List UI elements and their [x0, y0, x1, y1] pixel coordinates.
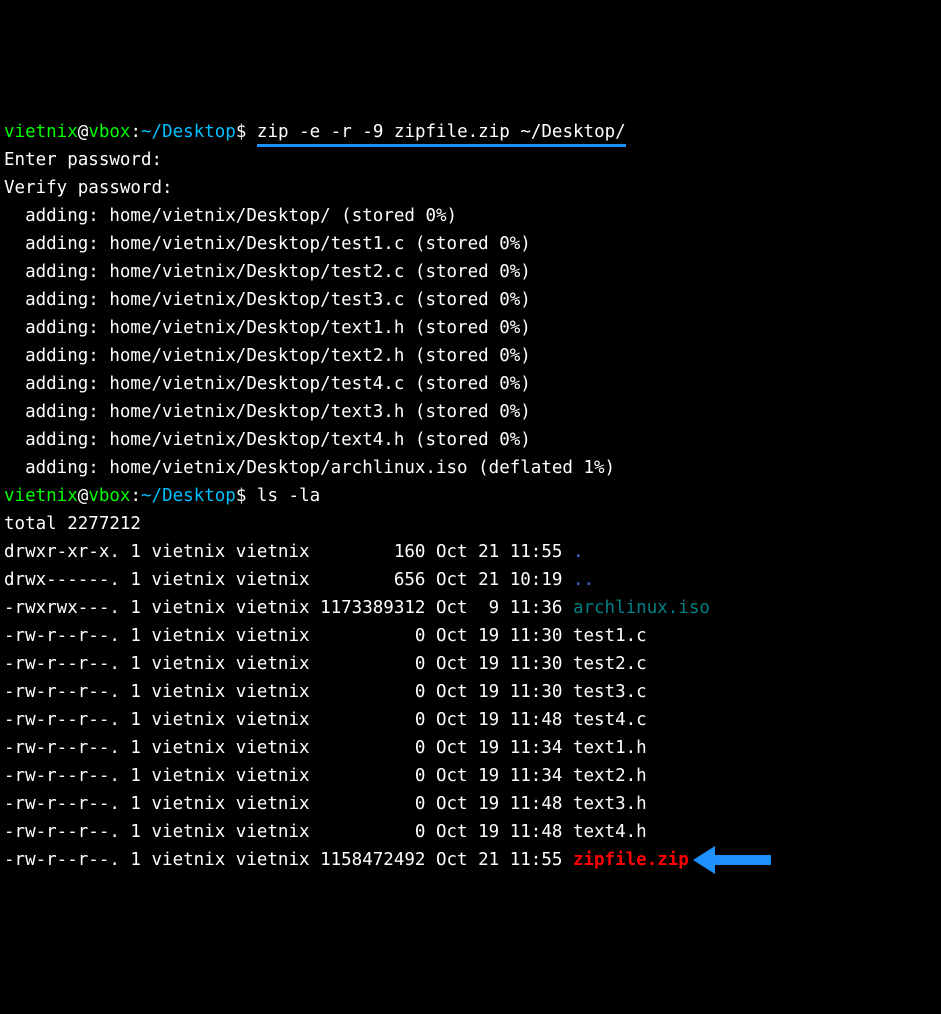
adding-prefix: adding: — [4, 346, 109, 366]
adding-prefix: adding: — [4, 234, 109, 254]
adding-prefix: adding: — [4, 318, 109, 338]
prompt-user: vietnix — [4, 122, 78, 142]
adding-prefix: adding: — [4, 458, 109, 478]
adding-suffix: (deflated 1%) — [468, 458, 616, 478]
enter-password-prompt: Enter password: — [4, 150, 173, 170]
ls-meta: drwx------. 1 vietnix vietnix 656 Oct 21… — [4, 570, 573, 590]
adding-suffix: (stored 0%) — [331, 206, 457, 226]
ls-meta: -rw-r--r--. 1 vietnix vietnix 1158472492… — [4, 850, 573, 870]
ls-filename: text4.h — [573, 822, 647, 842]
adding-path: home/vietnix/Desktop/test1.c — [109, 234, 404, 254]
adding-prefix: adding: — [4, 402, 109, 422]
adding-prefix: adding: — [4, 290, 109, 310]
ls-filename: . — [573, 542, 584, 562]
ls-filename: test3.c — [573, 682, 647, 702]
prompt-path: ~/Desktop — [141, 122, 236, 142]
ls-filename: text1.h — [573, 738, 647, 758]
ls-meta: -rw-r--r--. 1 vietnix vietnix 0 Oct 19 1… — [4, 710, 573, 730]
ls-meta: -rw-r--r--. 1 vietnix vietnix 0 Oct 19 1… — [4, 626, 573, 646]
adding-suffix: (stored 0%) — [404, 430, 530, 450]
prompt-host: vbox — [88, 122, 130, 142]
adding-path: home/vietnix/Desktop/ — [109, 206, 330, 226]
adding-suffix: (stored 0%) — [404, 290, 530, 310]
adding-path: home/vietnix/Desktop/text3.h — [109, 402, 404, 422]
ls-total: total 2277212 — [4, 514, 141, 534]
command-zip: zip -e -r -9 zipfile.zip ~/Desktop/ — [257, 122, 626, 147]
adding-path: home/vietnix/Desktop/test4.c — [109, 374, 404, 394]
ls-filename: zipfile.zip — [573, 850, 689, 870]
ls-meta: -rw-r--r--. 1 vietnix vietnix 0 Oct 19 1… — [4, 766, 573, 786]
ls-meta: -rw-r--r--. 1 vietnix vietnix 0 Oct 19 1… — [4, 738, 573, 758]
ls-meta: drwxr-xr-x. 1 vietnix vietnix 160 Oct 21… — [4, 542, 573, 562]
ls-filename: text3.h — [573, 794, 647, 814]
prompt-path: ~/Desktop — [141, 486, 236, 506]
ls-meta: -rw-r--r--. 1 vietnix vietnix 0 Oct 19 1… — [4, 682, 573, 702]
adding-suffix: (stored 0%) — [404, 318, 530, 338]
adding-prefix: adding: — [4, 206, 109, 226]
command-ls: ls -la — [257, 486, 320, 506]
adding-path: home/vietnix/Desktop/text1.h — [109, 318, 404, 338]
terminal-output[interactable]: vietnix@vbox:~/Desktop$ zip -e -r -9 zip… — [4, 118, 937, 874]
adding-path: home/vietnix/Desktop/test2.c — [109, 262, 404, 282]
prompt-user: vietnix — [4, 486, 78, 506]
adding-suffix: (stored 0%) — [404, 262, 530, 282]
ls-meta: -rw-r--r--. 1 vietnix vietnix 0 Oct 19 1… — [4, 822, 573, 842]
adding-path: home/vietnix/Desktop/text4.h — [109, 430, 404, 450]
ls-meta: -rw-r--r--. 1 vietnix vietnix 0 Oct 19 1… — [4, 794, 573, 814]
ls-meta: -rw-r--r--. 1 vietnix vietnix 0 Oct 19 1… — [4, 654, 573, 674]
adding-suffix: (stored 0%) — [404, 374, 530, 394]
adding-suffix: (stored 0%) — [404, 234, 530, 254]
ls-filename: text2.h — [573, 766, 647, 786]
ls-filename: test2.c — [573, 654, 647, 674]
arrow-icon — [693, 852, 771, 868]
adding-prefix: adding: — [4, 262, 109, 282]
ls-filename: archlinux.iso — [573, 598, 710, 618]
adding-suffix: (stored 0%) — [404, 346, 530, 366]
adding-suffix: (stored 0%) — [404, 402, 530, 422]
adding-path: home/vietnix/Desktop/test3.c — [109, 290, 404, 310]
ls-meta: -rwxrwx---. 1 vietnix vietnix 1173389312… — [4, 598, 573, 618]
ls-filename: test1.c — [573, 626, 647, 646]
ls-filename: .. — [573, 570, 594, 590]
adding-path: home/vietnix/Desktop/text2.h — [109, 346, 404, 366]
prompt-host: vbox — [88, 486, 130, 506]
adding-prefix: adding: — [4, 430, 109, 450]
ls-filename: test4.c — [573, 710, 647, 730]
adding-path: home/vietnix/Desktop/archlinux.iso — [109, 458, 467, 478]
adding-prefix: adding: — [4, 374, 109, 394]
verify-password-prompt: Verify password: — [4, 178, 183, 198]
